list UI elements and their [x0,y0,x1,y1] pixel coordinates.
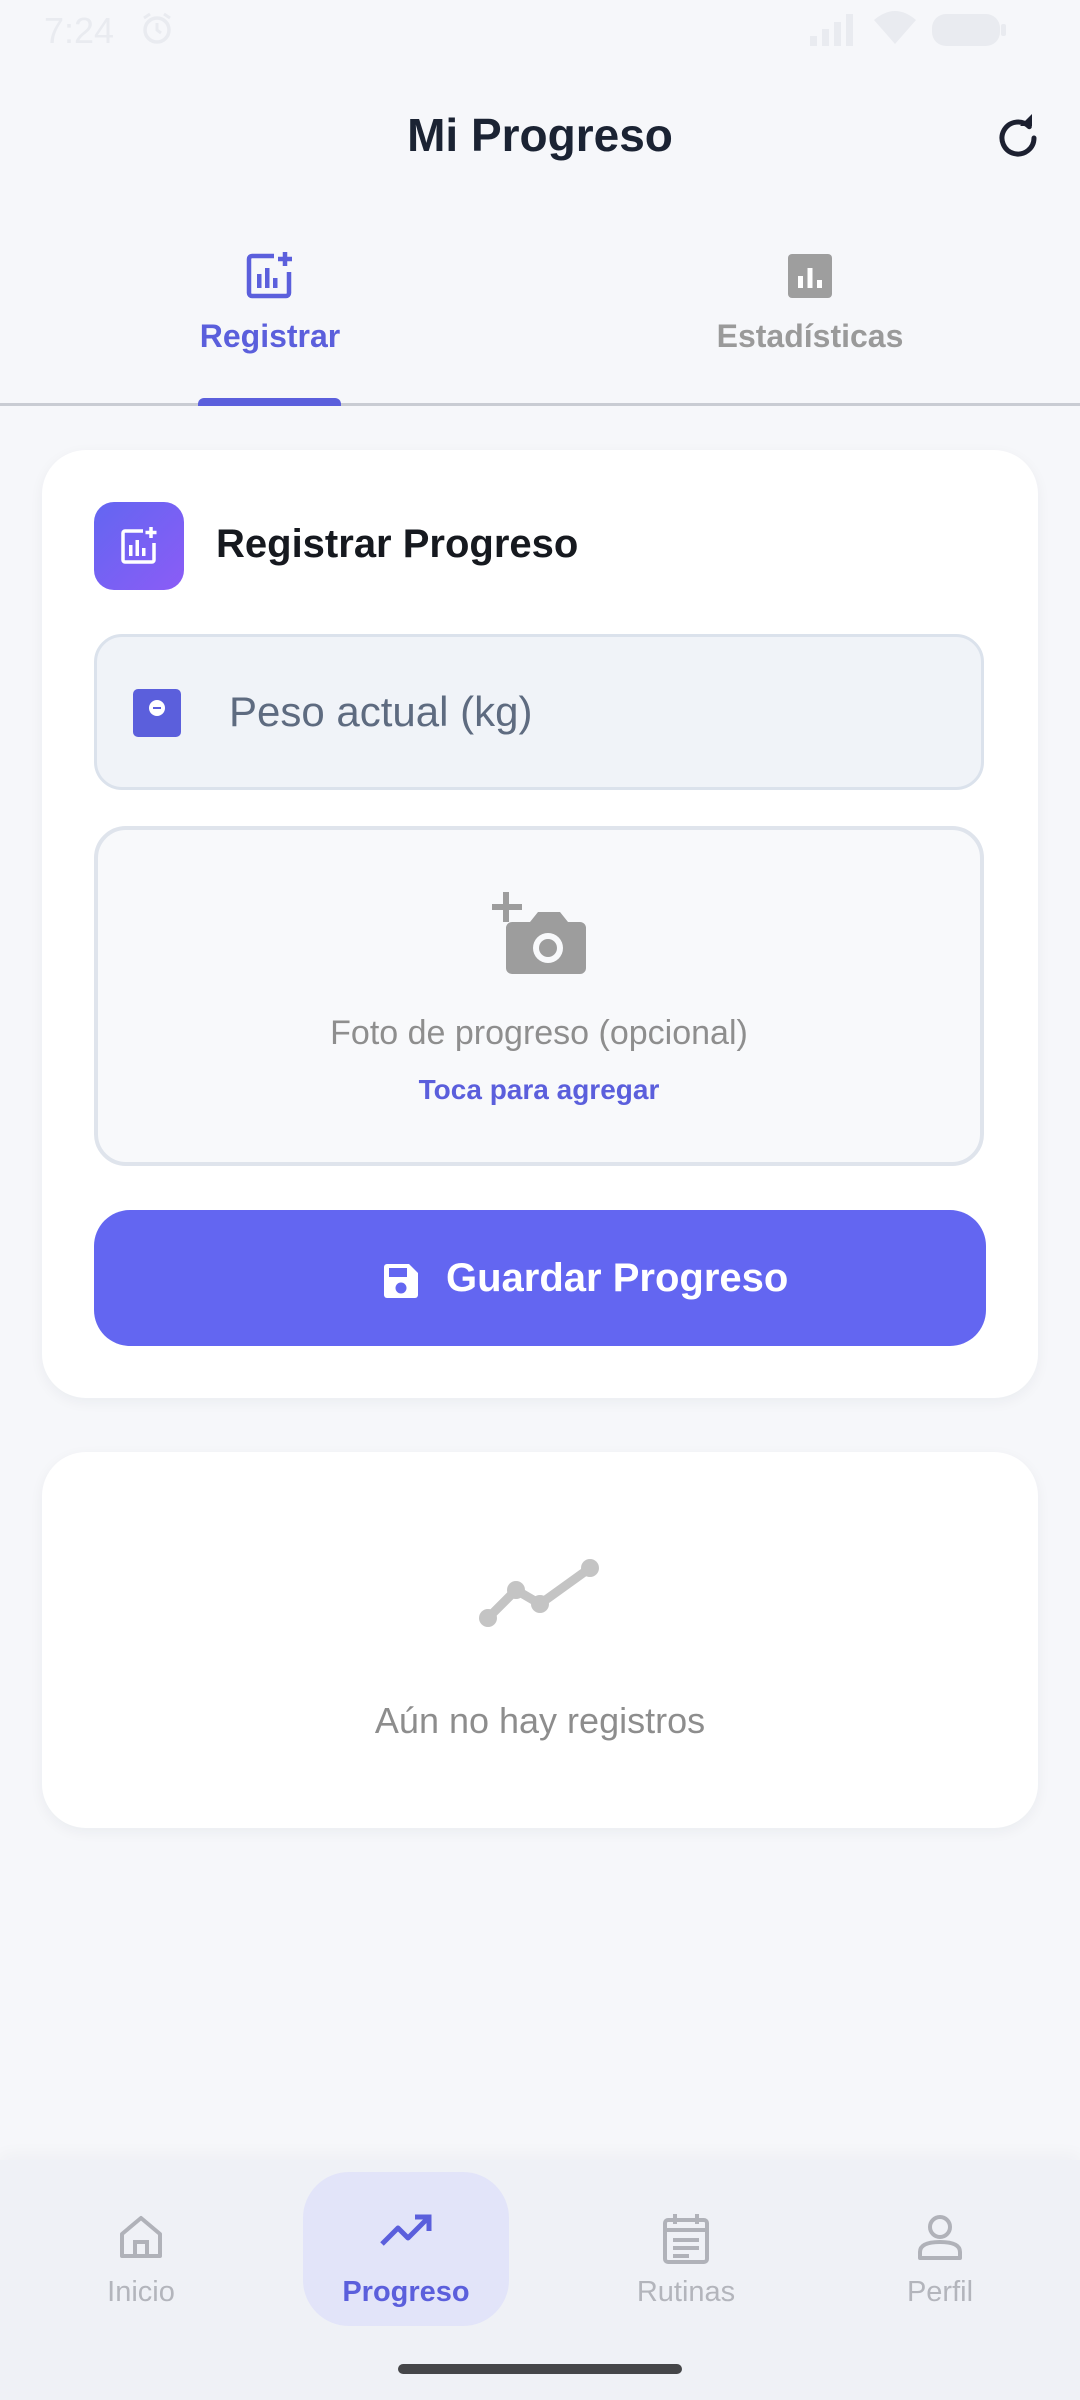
calendar-icon [661,2212,711,2271]
add-camera-icon [492,892,588,985]
weight-field[interactable] [94,634,984,790]
nav-label: Perfil [906,2276,974,2308]
wifi-icon [872,10,918,51]
person-icon [915,2212,965,2267]
weight-input[interactable] [229,679,949,745]
empty-message: Aún no hay registros [374,1700,706,1741]
bar-chart-icon [784,250,836,307]
tab-estadisticas[interactable]: Estadísticas [540,240,1080,406]
signal-icon [808,14,858,51]
tab-label: Estadísticas [716,318,904,354]
nav-label: Inicio [107,2276,175,2308]
photo-upload-area[interactable]: Foto de progreso (opcional) Toca para ag… [94,826,984,1166]
register-progress-card: Registrar Progreso Foto de progreso (opc… [42,450,1038,1398]
nav-item-inicio[interactable]: Inicio [38,2172,244,2326]
home-indicator[interactable] [398,2364,682,2374]
scale-icon [133,689,181,737]
nav-item-progreso[interactable]: Progreso [303,2172,509,2326]
app-header: Mi Progreso [0,90,1080,186]
card-title: Registrar Progreso [216,522,579,566]
battery-icon [932,14,1008,51]
trending-up-icon [379,2212,433,2257]
tab-bar: Registrar Estadísticas [0,240,1080,406]
photo-label: Foto de progreso (opcional) [330,1014,748,1052]
nav-label: Rutinas [636,2276,736,2308]
screen: 7:24 Mi Progreso Registrar Estadísticas … [0,0,1080,2400]
nav-item-rutinas[interactable]: Rutinas [583,2172,789,2326]
status-time: 7:24 [44,10,115,51]
add-chart-icon [244,250,296,307]
refresh-icon[interactable] [990,110,1046,166]
trend-line-icon [478,1558,602,1633]
nav-item-perfil[interactable]: Perfil [837,2172,1043,2326]
status-bar: 7:24 [0,0,1080,60]
save-icon [382,1262,420,1303]
page-title: Mi Progreso [407,109,673,161]
home-icon [116,2212,166,2267]
alarm-icon [140,12,174,51]
photo-add-link[interactable]: Toca para agregar [98,1074,980,1106]
save-progress-button[interactable]: Guardar Progreso [94,1210,986,1346]
nav-label: Progreso [342,2276,470,2308]
active-tab-indicator [198,398,341,406]
tab-label: Registrar [199,318,341,354]
save-label: Guardar Progreso [446,1256,789,1300]
records-empty-card: Aún no hay registros [42,1452,1038,1828]
tab-registrar[interactable]: Registrar [0,240,540,406]
add-chart-icon [94,502,184,590]
